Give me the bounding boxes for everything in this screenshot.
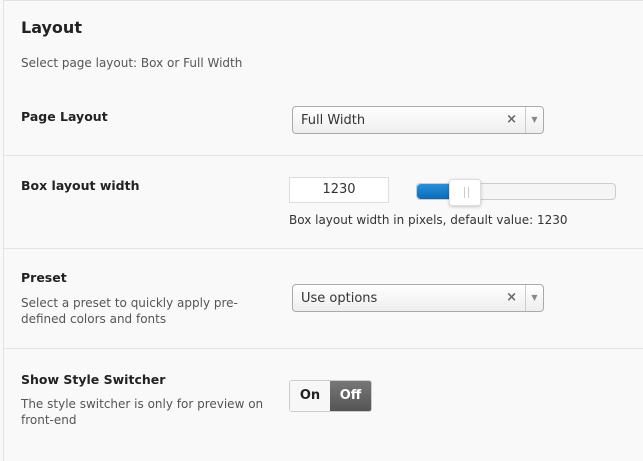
slider-handle[interactable] bbox=[448, 179, 481, 206]
clear-icon[interactable]: × bbox=[506, 290, 517, 305]
chevron-down-icon[interactable]: ▼ bbox=[525, 285, 543, 311]
page-layout-row: Page Layout Full Width × ▼ bbox=[3, 80, 643, 156]
clear-icon[interactable]: × bbox=[506, 112, 517, 127]
section-description: Select page layout: Box or Full Width bbox=[21, 56, 243, 70]
box-width-slider[interactable] bbox=[416, 179, 616, 206]
style-switcher-label: Show Style Switcher bbox=[21, 372, 166, 387]
preset-description: Select a preset to quickly apply pre-def… bbox=[21, 296, 238, 326]
box-width-label: Box layout width bbox=[21, 178, 140, 193]
chevron-down-icon[interactable]: ▼ bbox=[525, 107, 543, 133]
style-switcher-description: The style switcher is only for preview o… bbox=[21, 397, 264, 427]
preset-value: Use options bbox=[301, 291, 378, 306]
preset-label: Preset bbox=[21, 270, 67, 285]
preset-row: Preset Select a preset to quickly apply … bbox=[3, 249, 643, 349]
box-width-input[interactable]: 1230 bbox=[289, 177, 389, 203]
section-title: Layout bbox=[21, 18, 82, 37]
page-layout-value: Full Width bbox=[301, 113, 366, 128]
page-layout-label: Page Layout bbox=[21, 109, 108, 124]
toggle-off-button[interactable]: Off bbox=[330, 381, 371, 411]
page-layout-select[interactable]: Full Width × ▼ bbox=[292, 106, 544, 134]
toggle-on-button[interactable]: On bbox=[290, 381, 330, 411]
style-switcher-toggle[interactable]: On Off bbox=[289, 380, 372, 412]
preset-select[interactable]: Use options × ▼ bbox=[292, 284, 544, 312]
box-width-hint: Box layout width in pixels, default valu… bbox=[289, 213, 568, 227]
